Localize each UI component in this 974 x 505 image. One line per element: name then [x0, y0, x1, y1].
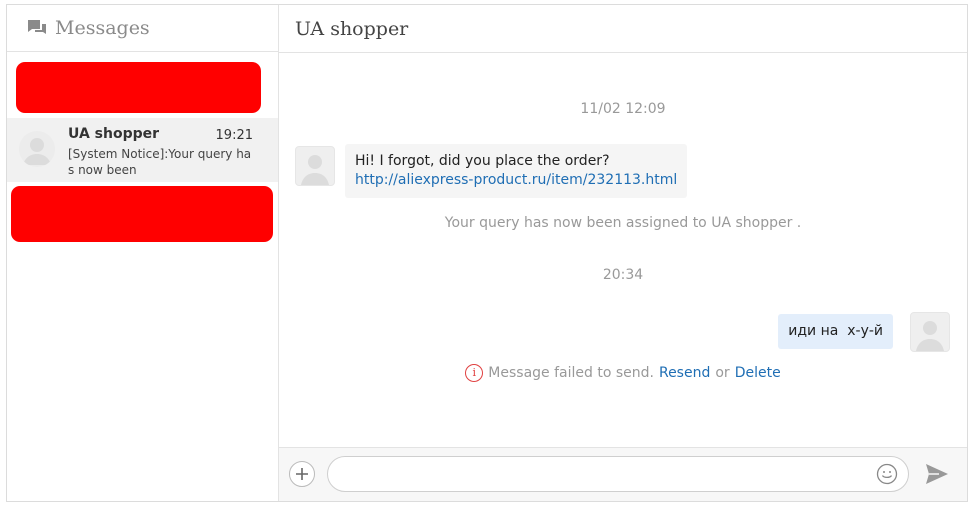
add-attachment-button[interactable]: [289, 461, 315, 487]
app-window: Messages UA shopper 19:21 [System Notice…: [6, 4, 968, 502]
message-list[interactable]: 11/02 12:09 Hi! I forgot, did you place …: [279, 53, 967, 447]
send-failed-notice: i Message failed to send. Resend or Dele…: [279, 364, 967, 382]
incoming-message-bubble: Hi! I forgot, did you place the order? h…: [345, 144, 688, 198]
sidebar-header: Messages: [7, 5, 278, 52]
conversation-preview: [System Notice]:Your query has now been: [68, 147, 252, 177]
resend-link[interactable]: Resend: [659, 365, 710, 381]
sidebar-title: Messages: [55, 17, 150, 39]
outgoing-message-bubble: иди на х-у-й: [778, 314, 893, 349]
time-separator: 11/02 12:09: [580, 101, 666, 117]
or-text: or: [715, 365, 730, 381]
sidebar: Messages UA shopper 19:21 [System Notice…: [7, 5, 279, 501]
message-input-box[interactable]: [327, 456, 909, 492]
incoming-message-text: Hi! I forgot, did you place the order?: [355, 153, 610, 169]
chat-panel: UA shopper 11/02 12:09 Hi! I forgot, did…: [279, 5, 967, 501]
send-icon[interactable]: [925, 463, 949, 485]
conversation-avatar: [19, 131, 55, 167]
conversation-name: UA shopper: [68, 126, 160, 142]
user-placeholder-icon: [23, 138, 51, 165]
system-notice: Your query has now been assigned to UA s…: [444, 215, 802, 231]
delete-link[interactable]: Delete: [735, 365, 781, 381]
plus-icon: [296, 468, 308, 480]
redacted-conversation-top[interactable]: [16, 62, 261, 113]
conversation-item-ua-shopper[interactable]: UA shopper 19:21 [System Notice]:Your qu…: [7, 118, 278, 182]
message-input[interactable]: [342, 464, 866, 486]
composer: [279, 447, 967, 501]
error-icon: i: [465, 364, 484, 382]
redacted-conversation-bottom[interactable]: [11, 186, 273, 242]
time-separator: 20:34: [602, 267, 644, 283]
failed-text: Message failed to send.: [488, 365, 654, 381]
user-placeholder-icon: [916, 321, 944, 351]
smiley-icon[interactable]: [876, 463, 898, 485]
chat-bubbles-icon: [28, 20, 46, 34]
user-placeholder-icon: [301, 155, 329, 185]
product-link[interactable]: http://aliexpress-product.ru/item/232113…: [355, 172, 677, 188]
chat-title: UA shopper: [295, 17, 409, 40]
sender-avatar: [295, 146, 335, 186]
own-avatar: [910, 312, 950, 352]
chat-header: UA shopper: [279, 5, 967, 53]
conversation-time: 19:21: [215, 128, 253, 143]
